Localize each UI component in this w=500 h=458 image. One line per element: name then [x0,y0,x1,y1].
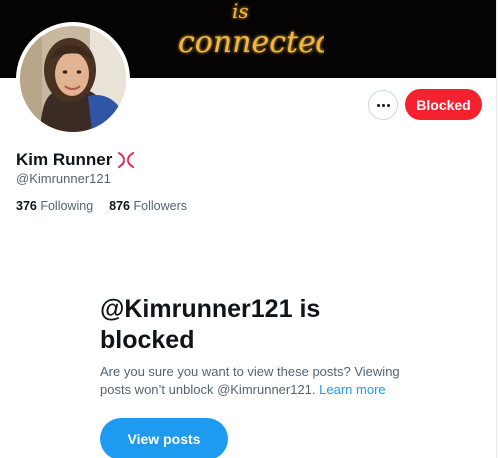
more-dot-icon [386,103,390,107]
following-label: Following [40,199,94,213]
following-link[interactable]: 376 Following [16,199,93,213]
anger-symbol-icon [118,152,135,168]
column-divider [496,0,497,458]
blocked-notice-description: Are you sure you want to view these post… [100,363,400,399]
avatar-photo [20,26,126,132]
neon-partial-text: is [232,0,249,23]
followers-count: 876 [109,199,131,213]
more-dot-icon [376,103,380,107]
profile-page: is connected Blocked Kim Runner @Kimrunn… [0,0,500,458]
display-name: Kim Runner [16,150,113,169]
more-options-button[interactable] [368,90,398,120]
follow-stats: 376 Following 876 Followers [16,199,187,213]
followers-label: Followers [133,199,188,213]
view-posts-button[interactable]: View posts [100,418,228,458]
avatar[interactable] [16,22,130,136]
following-count: 376 [16,199,37,213]
neon-sign-image: is connected [178,0,324,60]
followers-link[interactable]: 876 Followers [109,199,187,213]
name-row: Kim Runner [16,150,136,170]
learn-more-link[interactable]: Learn more [319,382,385,397]
user-handle: @Kimrunner121 [16,171,111,186]
blocked-button[interactable]: Blocked [405,89,482,120]
blocked-notice-title: @Kimrunner121 is blocked [100,295,321,354]
neon-text: connected [178,25,324,60]
more-dot-icon [381,103,385,107]
